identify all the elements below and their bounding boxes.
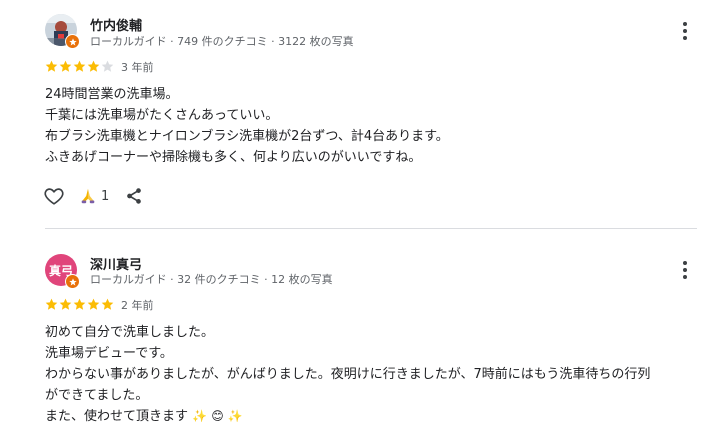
thanks-count: 1	[101, 188, 110, 204]
share-icon	[127, 188, 142, 204]
reviewer-meta: ローカルガイド · 32 件のクチコミ · 12 枚の写真	[90, 273, 333, 286]
more-options-icon[interactable]	[676, 20, 694, 42]
star-filled-icon	[87, 298, 100, 310]
heart-icon	[44, 188, 64, 205]
star-filled-icon	[101, 298, 114, 310]
review-line: わからない事がありましたが、がんばりました。夜明けに行きましたが、7時前にはもう…	[45, 367, 651, 382]
review-line: 24時間営業の洗車場。	[45, 87, 179, 102]
review-line: 布ブラシ洗車機とナイロンブラシ洗車機が2台ずつ、計4台あります。	[45, 129, 449, 144]
star-filled-icon	[73, 298, 86, 310]
star-filled-icon	[45, 60, 58, 72]
star-filled-icon	[59, 60, 72, 72]
sparkles-icon: ✨	[227, 409, 243, 423]
review-text: 24時間営業の洗車場。 千葉には洗車場がたくさんあっていい。 布ブラシ洗車機とナ…	[45, 84, 449, 168]
review-line: ふきあげコーナーや掃除機も多く、何より広いのがいいですね。	[45, 150, 422, 165]
star-empty-icon	[101, 60, 114, 72]
review-text: 初めて自分で洗車しました。 洗車場デビューです。 わからない事がありましたが、が…	[45, 322, 650, 427]
star-filled-icon	[87, 60, 100, 72]
like-button[interactable]	[43, 185, 65, 207]
star-filled-icon	[45, 298, 58, 310]
review-line: また、使わせて頂きます	[45, 409, 189, 424]
review-line: 洗車場デビューです。	[45, 346, 173, 361]
review-line-last: また、使わせて頂きます ✨ 😊 ✨	[45, 406, 650, 427]
reviewer-name[interactable]: 竹内俊輔	[90, 15, 142, 34]
review-line: 千葉には洗車場がたくさんあっていい。	[45, 108, 279, 123]
share-button[interactable]	[125, 187, 143, 205]
star-rating	[45, 298, 114, 311]
star-rating	[45, 60, 114, 73]
review-divider	[45, 228, 697, 229]
praying-hands-icon	[81, 188, 95, 204]
sparkles-icon: ✨	[192, 409, 208, 423]
reviewer-avatar[interactable]	[45, 14, 80, 49]
thanks-button[interactable]: 1	[79, 187, 109, 205]
reviewer-avatar[interactable]: 真弓	[45, 254, 80, 289]
review-line: ができてました。	[45, 388, 149, 403]
reviewer-meta: ローカルガイド · 749 件のクチコミ · 3122 枚の写真	[90, 35, 354, 48]
star-filled-icon	[59, 298, 72, 310]
smiling-face-icon: 😊	[211, 409, 224, 423]
star-filled-icon	[73, 60, 86, 72]
review-time: 2 年前	[121, 299, 154, 312]
local-guide-badge-icon	[65, 34, 80, 49]
local-guide-badge-icon	[65, 274, 80, 289]
more-options-icon[interactable]	[676, 259, 694, 281]
review-time: 3 年前	[121, 61, 154, 74]
review-actions: 1	[43, 185, 143, 207]
review-line: 初めて自分で洗車しました。	[45, 325, 215, 340]
